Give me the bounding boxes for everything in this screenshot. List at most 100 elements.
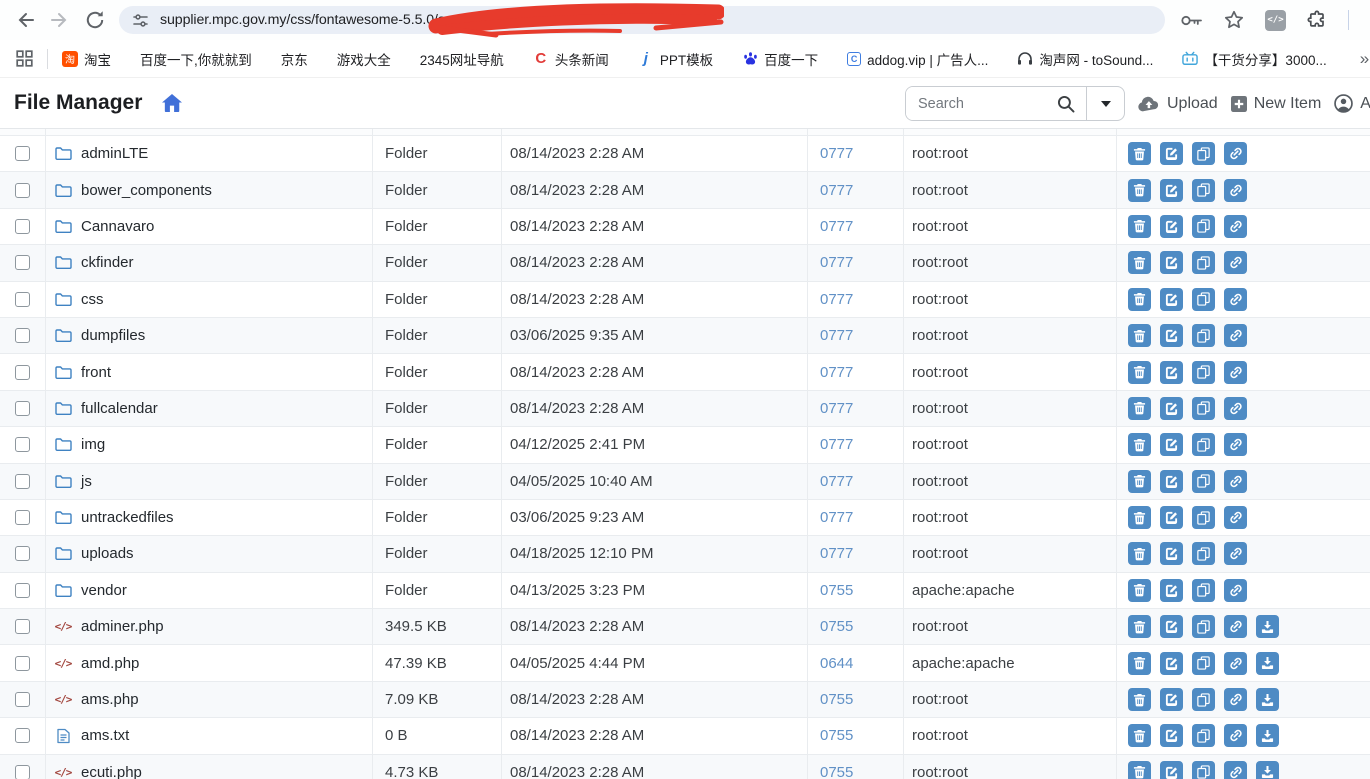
file-name[interactable]: img <box>81 436 105 453</box>
file-name[interactable]: Cannavaro <box>81 218 154 235</box>
delete-button[interactable] <box>1128 761 1151 779</box>
edit-button[interactable] <box>1160 215 1183 238</box>
file-permissions[interactable]: 0755 <box>820 618 853 635</box>
file-name[interactable]: js <box>81 473 92 490</box>
copy-button[interactable] <box>1192 251 1215 274</box>
row-checkbox[interactable] <box>15 765 30 779</box>
file-permissions[interactable]: 0777 <box>820 473 853 490</box>
delete-button[interactable] <box>1128 251 1151 274</box>
edit-button[interactable] <box>1160 724 1183 747</box>
copy-button[interactable] <box>1192 288 1215 311</box>
file-permissions[interactable]: 0777 <box>820 545 853 562</box>
delete-button[interactable] <box>1128 506 1151 529</box>
file-permissions[interactable]: 0777 <box>820 145 853 162</box>
search-input[interactable] <box>906 87 1057 120</box>
link-button[interactable] <box>1224 652 1247 675</box>
link-button[interactable] <box>1224 579 1247 602</box>
search-options-dropdown[interactable] <box>1086 87 1124 120</box>
row-checkbox[interactable] <box>15 255 30 270</box>
link-button[interactable] <box>1224 761 1247 779</box>
copy-button[interactable] <box>1192 142 1215 165</box>
link-button[interactable] <box>1224 724 1247 747</box>
link-button[interactable] <box>1224 615 1247 638</box>
file-permissions[interactable]: 0755 <box>820 582 853 599</box>
admin-menu-button[interactable]: Admin <box>1334 94 1370 113</box>
bookmark-item[interactable]: 【干货分享】3000... <box>1182 49 1326 69</box>
bookmark-item[interactable]: 京东 <box>281 49 308 69</box>
edit-button[interactable] <box>1160 433 1183 456</box>
link-button[interactable] <box>1224 397 1247 420</box>
copy-button[interactable] <box>1192 688 1215 711</box>
download-button[interactable] <box>1256 652 1279 675</box>
search-icon[interactable] <box>1057 87 1086 120</box>
edit-button[interactable] <box>1160 542 1183 565</box>
address-bar[interactable]: supplier.mpc.gov.my/css/fontawesome-5.5.… <box>119 6 1165 34</box>
edit-button[interactable] <box>1160 579 1183 602</box>
file-permissions[interactable]: 0644 <box>820 655 853 672</box>
edit-button[interactable] <box>1160 615 1183 638</box>
edit-button[interactable] <box>1160 688 1183 711</box>
link-button[interactable] <box>1224 506 1247 529</box>
link-button[interactable] <box>1224 361 1247 384</box>
row-checkbox[interactable] <box>15 401 30 416</box>
bookmark-item[interactable]: Caddog.vip | 广告人... <box>847 49 988 69</box>
copy-button[interactable] <box>1192 542 1215 565</box>
row-checkbox[interactable] <box>15 619 30 634</box>
file-name[interactable]: ecuti.php <box>81 764 142 779</box>
file-permissions[interactable]: 0777 <box>820 364 853 381</box>
bookmark-item[interactable]: C头条新闻 <box>533 49 609 69</box>
delete-button[interactable] <box>1128 579 1151 602</box>
delete-button[interactable] <box>1128 324 1151 347</box>
copy-button[interactable] <box>1192 470 1215 493</box>
devtools-extension-icon[interactable]: </> <box>1265 10 1286 31</box>
row-checkbox[interactable] <box>15 183 30 198</box>
site-info-icon[interactable] <box>132 12 149 29</box>
link-button[interactable] <box>1224 470 1247 493</box>
edit-button[interactable] <box>1160 652 1183 675</box>
link-button[interactable] <box>1224 251 1247 274</box>
link-button[interactable] <box>1224 179 1247 202</box>
row-checkbox[interactable] <box>15 583 30 598</box>
edit-button[interactable] <box>1160 361 1183 384</box>
row-checkbox[interactable] <box>15 437 30 452</box>
bookmarks-overflow-chevron[interactable]: » <box>1356 49 1370 69</box>
row-checkbox[interactable] <box>15 656 30 671</box>
delete-button[interactable] <box>1128 215 1151 238</box>
bookmark-star-icon[interactable] <box>1224 10 1244 30</box>
file-name[interactable]: bower_components <box>81 182 212 199</box>
bookmark-item[interactable]: 2345网址导航 <box>420 49 504 69</box>
password-key-icon[interactable] <box>1180 13 1203 28</box>
file-name[interactable]: adminLTE <box>81 145 148 162</box>
delete-button[interactable] <box>1128 361 1151 384</box>
bookmark-item[interactable]: 游戏大全 <box>337 49 391 69</box>
back-icon[interactable] <box>14 9 36 31</box>
row-checkbox[interactable] <box>15 546 30 561</box>
home-icon[interactable] <box>162 94 182 112</box>
link-button[interactable] <box>1224 688 1247 711</box>
copy-button[interactable] <box>1192 761 1215 779</box>
copy-button[interactable] <box>1192 615 1215 638</box>
delete-button[interactable] <box>1128 433 1151 456</box>
bookmark-item[interactable]: 百度一下,你就就到 <box>140 49 252 69</box>
edit-button[interactable] <box>1160 761 1183 779</box>
row-checkbox[interactable] <box>15 146 30 161</box>
copy-button[interactable] <box>1192 397 1215 420</box>
url-text[interactable]: supplier.mpc.gov.my/css/fontawesome-5.5.… <box>160 12 460 28</box>
file-permissions[interactable]: 0777 <box>820 436 853 453</box>
upload-button[interactable]: Upload <box>1138 95 1218 113</box>
row-checkbox[interactable] <box>15 692 30 707</box>
edit-button[interactable] <box>1160 470 1183 493</box>
file-permissions[interactable]: 0755 <box>820 727 853 744</box>
file-name[interactable]: css <box>81 291 104 308</box>
download-button[interactable] <box>1256 615 1279 638</box>
bookmark-item[interactable]: jPPT模板 <box>638 49 713 69</box>
delete-button[interactable] <box>1128 724 1151 747</box>
row-checkbox[interactable] <box>15 474 30 489</box>
file-permissions[interactable]: 0777 <box>820 254 853 271</box>
link-button[interactable] <box>1224 324 1247 347</box>
delete-button[interactable] <box>1128 615 1151 638</box>
delete-button[interactable] <box>1128 179 1151 202</box>
file-permissions[interactable]: 0777 <box>820 400 853 417</box>
file-permissions[interactable]: 0777 <box>820 182 853 199</box>
download-button[interactable] <box>1256 724 1279 747</box>
